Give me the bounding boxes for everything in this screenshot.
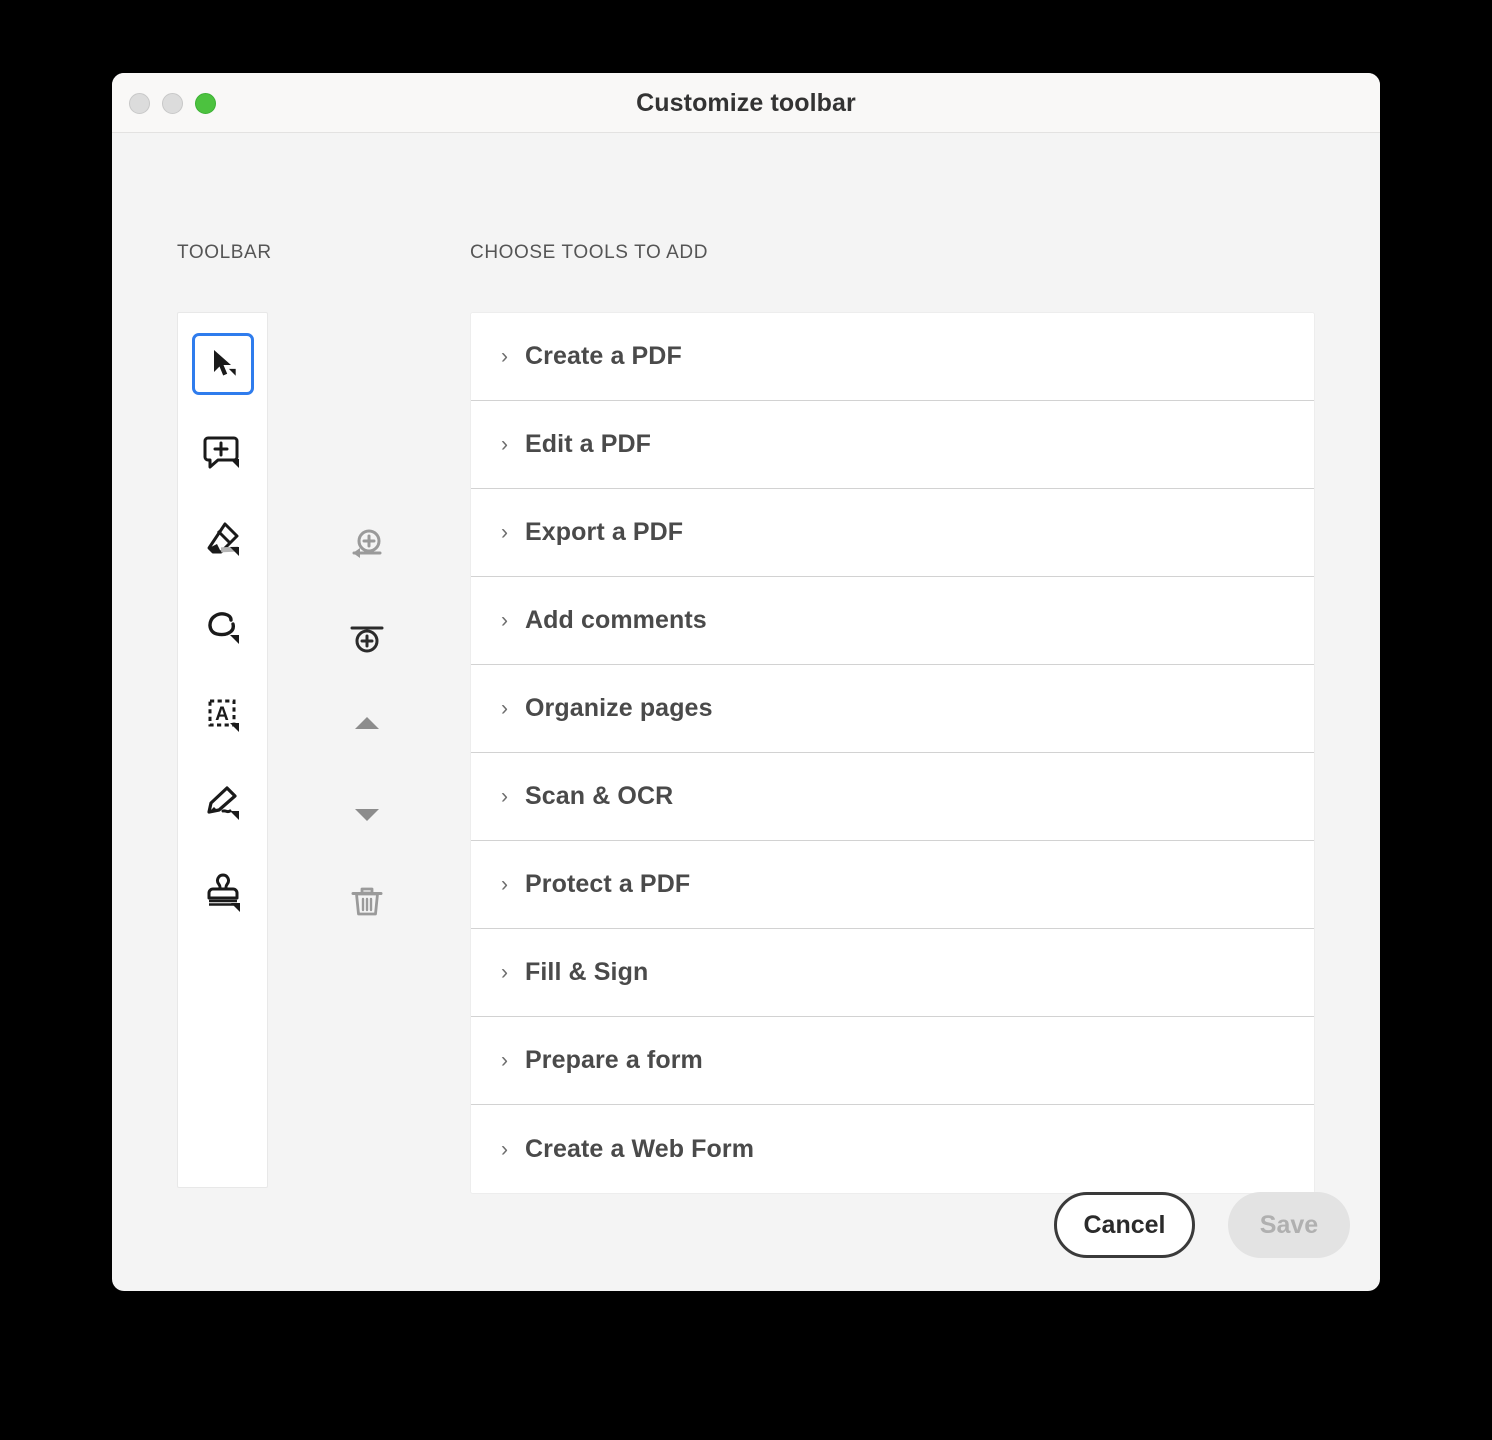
chevron-right-icon: ›: [501, 609, 508, 632]
current-toolbar-panel: A: [177, 312, 268, 1188]
toolbar-item-select-cursor[interactable]: [191, 333, 254, 395]
toolbar-item-draw-freehand[interactable]: [192, 597, 254, 659]
move-up-icon: [344, 701, 390, 747]
tool-row-label: Create a PDF: [525, 342, 682, 370]
highlighter-icon: [201, 518, 245, 562]
chevron-right-icon: ›: [501, 433, 508, 456]
move-down-icon: [344, 791, 390, 837]
move-down-button[interactable]: [340, 787, 394, 841]
chevron-right-icon: ›: [501, 785, 508, 808]
chevron-right-icon: ›: [501, 345, 508, 368]
tool-row[interactable]: › Add comments: [471, 577, 1314, 665]
chevron-right-icon: ›: [501, 1049, 508, 1072]
svg-text:A: A: [215, 704, 229, 725]
toolbar-item-stamp[interactable]: [192, 861, 254, 923]
cancel-button[interactable]: Cancel: [1054, 1192, 1195, 1258]
toolbar-item-add-comment[interactable]: [192, 421, 254, 483]
tool-row-label: Edit a PDF: [525, 430, 652, 458]
chevron-right-icon: ›: [501, 697, 508, 720]
tool-row[interactable]: › Create a Web Form: [471, 1105, 1314, 1193]
tool-row-label: Scan & OCR: [525, 782, 674, 810]
tools-list: › Create a PDF › Edit a PDF › Export a PDF › Ad…: [470, 312, 1315, 1194]
text-select-icon: A: [201, 694, 245, 738]
tool-row-label: Organize pages: [525, 694, 713, 722]
signature-pen-icon: [201, 782, 245, 826]
chevron-right-icon: ›: [501, 873, 508, 896]
tool-row[interactable]: › Edit a PDF: [471, 401, 1314, 489]
tool-row[interactable]: › Fill & Sign: [471, 929, 1314, 1017]
tool-row-label: Add comments: [525, 606, 707, 634]
tool-row-label: Protect a PDF: [525, 870, 691, 898]
move-up-button[interactable]: [340, 697, 394, 751]
toolbar-item-text-select[interactable]: A: [192, 685, 254, 747]
customize-toolbar-dialog: Customize toolbar TOOLBAR CHOOSE TOOLS T…: [112, 73, 1380, 1291]
chevron-right-icon: ›: [501, 521, 508, 544]
chevron-right-icon: ›: [501, 1137, 508, 1161]
tool-row[interactable]: › Prepare a form: [471, 1017, 1314, 1105]
tool-row[interactable]: › Protect a PDF: [471, 841, 1314, 929]
toolbar-actions-column: [322, 312, 412, 1188]
window-titlebar: Customize toolbar: [112, 73, 1380, 133]
tool-row[interactable]: › Create a PDF: [471, 313, 1314, 401]
add-tool-button[interactable]: [340, 520, 394, 574]
save-button[interactable]: Save: [1228, 1192, 1350, 1258]
add-separator-button[interactable]: [340, 609, 394, 663]
tool-row[interactable]: › Scan & OCR: [471, 753, 1314, 841]
toolbar-item-signature-pen[interactable]: [192, 773, 254, 835]
trash-icon: [344, 878, 390, 924]
dialog-footer: Cancel Save: [1054, 1192, 1350, 1258]
tool-row-label: Export a PDF: [525, 518, 684, 546]
stamp-icon: [201, 870, 245, 914]
toolbar-item-highlighter[interactable]: [192, 509, 254, 571]
window-title: Customize toolbar: [636, 89, 856, 117]
tool-row-label: Fill & Sign: [525, 958, 649, 986]
select-cursor-icon: [203, 344, 243, 384]
tool-row-label: Create a Web Form: [525, 1134, 755, 1163]
tool-row[interactable]: › Organize pages: [471, 665, 1314, 753]
draw-freehand-icon: [201, 606, 245, 650]
toolbar-section-label: TOOLBAR: [177, 242, 272, 263]
tool-row[interactable]: › Export a PDF: [471, 489, 1314, 577]
add-separator-icon: [344, 613, 390, 659]
add-comment-icon: [201, 430, 245, 474]
screen: Customize toolbar TOOLBAR CHOOSE TOOLS T…: [0, 0, 1492, 1440]
dialog-body: TOOLBAR CHOOSE TOOLS TO ADD A › Create a…: [112, 133, 1380, 1290]
choose-tools-section-label: CHOOSE TOOLS TO ADD: [470, 242, 709, 263]
chevron-right-icon: ›: [501, 961, 508, 984]
tool-row-label: Prepare a form: [525, 1046, 703, 1074]
add-tool-icon: [344, 524, 390, 570]
delete-button[interactable]: [340, 874, 394, 928]
